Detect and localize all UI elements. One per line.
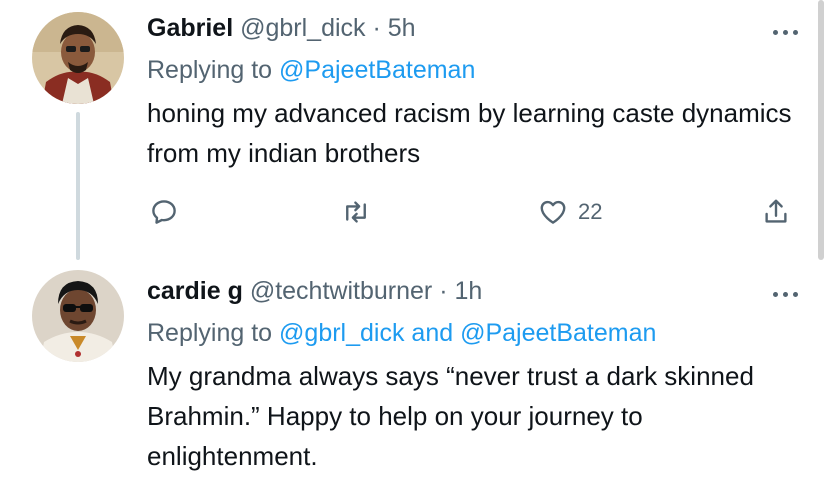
reply-button[interactable] xyxy=(149,192,179,232)
mention-link[interactable]: @gbrl_dick xyxy=(279,319,404,347)
avatar-gabriel-icon xyxy=(32,12,124,104)
separator-dot: · xyxy=(372,14,381,42)
retweet-icon xyxy=(346,201,366,223)
avatar-cardie-icon xyxy=(32,270,124,362)
separator-dot: · xyxy=(439,277,448,305)
avatar-gabriel[interactable] xyxy=(32,12,124,104)
like-button[interactable]: 22 xyxy=(538,192,602,232)
more-icon-dot xyxy=(792,291,798,297)
more-icon-dot xyxy=(782,29,788,35)
replying-prefix: Replying to xyxy=(147,56,273,84)
reply-icon xyxy=(152,200,176,224)
author-name[interactable]: Gabriel xyxy=(147,14,233,42)
share-icon xyxy=(765,199,787,223)
more-icon xyxy=(772,291,778,297)
tweet-actions: 22 xyxy=(147,192,797,232)
replying-and[interactable]: and xyxy=(411,319,453,347)
tweet-time[interactable]: 1h xyxy=(454,277,482,305)
author-name[interactable]: cardie g xyxy=(147,277,243,305)
like-count: 22 xyxy=(578,199,603,224)
tweet-header: Gabriel @gbrl_dick · 5h xyxy=(147,13,416,43)
author-handle[interactable]: @gbrl_dick xyxy=(240,14,365,42)
author-handle[interactable]: @techtwitburner xyxy=(250,277,432,305)
more-icon-dot xyxy=(782,291,788,297)
mention-link[interactable]: @PajeetBateman xyxy=(460,319,656,347)
more-options-button[interactable] xyxy=(768,284,802,304)
replying-to: Replying to @PajeetBateman xyxy=(147,55,475,85)
tweet-text: honing my advanced racism by learning ca… xyxy=(147,98,792,168)
more-icon-dot xyxy=(792,29,798,35)
replying-to: Replying to @gbrl_dick and @PajeetBatema… xyxy=(147,318,656,348)
tweet-cardie[interactable]: cardie g @techtwitburner · 1h Replying t… xyxy=(0,262,828,490)
more-icon xyxy=(772,29,778,35)
avatar-cardie[interactable] xyxy=(32,270,124,362)
tweet-text: My grandma always says “never trust a da… xyxy=(147,361,754,471)
replying-prefix: Replying to xyxy=(147,319,273,347)
retweet-button[interactable] xyxy=(341,192,371,232)
tweet-time[interactable]: 5h xyxy=(388,14,416,42)
tweet-gabriel[interactable]: Gabriel @gbrl_dick · 5h Replying to @Paj… xyxy=(0,0,828,262)
thread-connector-line xyxy=(76,112,80,260)
like-icon xyxy=(540,200,566,224)
scrollbar[interactable] xyxy=(818,0,824,260)
mention-link[interactable]: @PajeetBateman xyxy=(279,56,475,84)
share-button[interactable] xyxy=(761,192,791,232)
tweet-header: cardie g @techtwitburner · 1h xyxy=(147,276,482,306)
more-options-button[interactable] xyxy=(768,22,802,42)
